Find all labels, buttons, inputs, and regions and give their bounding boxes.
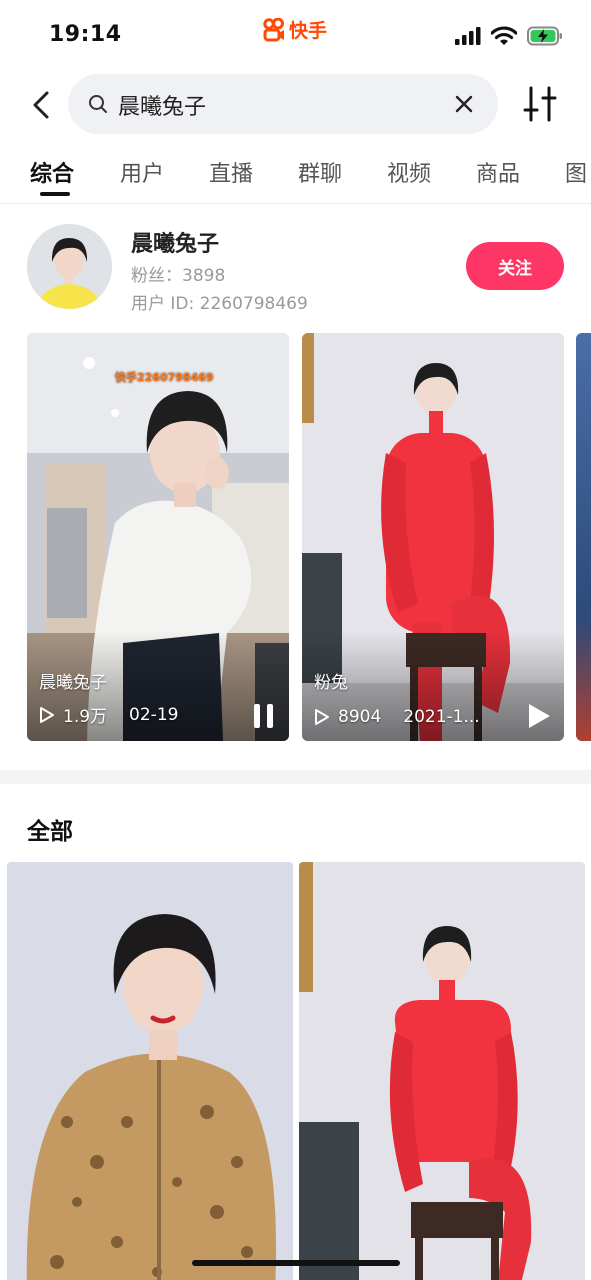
- tab-products[interactable]: 商品: [476, 156, 520, 188]
- back-arrow-icon: [33, 91, 49, 119]
- play-count-icon: [40, 706, 54, 723]
- video-watermark: 快手2260798469: [115, 371, 214, 384]
- play-count-icon: [315, 709, 329, 725]
- active-tab-indicator: [40, 192, 70, 196]
- user-id: 用户 ID: 2260798469: [131, 294, 308, 314]
- tab-live[interactable]: 直播: [209, 156, 253, 188]
- kuaishou-logo-icon: [263, 17, 284, 41]
- user-fans-count: 粉丝：3898: [131, 266, 226, 286]
- battery-charging-icon: [527, 26, 562, 46]
- video-meta: 1.9万 02-19: [39, 702, 178, 727]
- avatar[interactable]: [27, 224, 112, 309]
- home-indicator[interactable]: [192, 1260, 400, 1266]
- tab-images[interactable]: 图: [565, 156, 587, 188]
- featured-video-card[interactable]: 粉兔 8904 2021-1...: [302, 333, 564, 741]
- video-grid-item[interactable]: [299, 862, 585, 1280]
- video-thumbnail: [299, 862, 585, 1280]
- tab-bar: 综合 用户 直播 群聊 视频 商品 图: [0, 150, 591, 204]
- featured-video-card-partial[interactable]: [576, 333, 591, 741]
- video-play-count: 1.9万: [63, 707, 108, 727]
- status-time: 19:14: [49, 22, 122, 47]
- pause-icon[interactable]: [251, 701, 277, 731]
- video-title: 粉兔: [314, 673, 348, 693]
- play-icon[interactable]: [526, 701, 552, 731]
- tab-group-chat[interactable]: 群聊: [298, 156, 342, 188]
- video-meta: 8904 2021-1...: [314, 707, 480, 727]
- status-bar: 19:14 快手: [0, 0, 591, 70]
- search-icon: [89, 95, 107, 113]
- section-title: 全部: [27, 819, 73, 845]
- tab-videos[interactable]: 视频: [387, 156, 431, 188]
- user-name[interactable]: 晨曦兔子: [131, 226, 219, 258]
- tab-comprehensive[interactable]: 综合: [30, 156, 74, 188]
- brand-name: 快手: [289, 20, 328, 42]
- back-button[interactable]: [28, 88, 54, 122]
- follow-button[interactable]: 关注: [466, 242, 564, 290]
- status-icons: [455, 26, 563, 46]
- search-query: 晨曦兔子: [118, 95, 207, 120]
- featured-video-card[interactable]: 快手2260798469 晨曦兔子 1.9万 02-19: [27, 333, 289, 741]
- signal-icon: [455, 27, 481, 45]
- video-title: 晨曦兔子: [39, 673, 107, 693]
- filter-sliders-icon[interactable]: [522, 86, 558, 122]
- video-grid-item[interactable]: [7, 862, 293, 1280]
- app-brand: 快手: [263, 16, 327, 43]
- video-date: 2021-1...: [403, 707, 480, 727]
- search-input[interactable]: 晨曦兔子: [68, 74, 498, 134]
- wifi-icon: [491, 26, 517, 45]
- tab-users[interactable]: 用户: [120, 156, 164, 188]
- section-divider: [0, 770, 591, 784]
- clear-icon[interactable]: [452, 92, 476, 116]
- video-play-count: 8904: [338, 707, 382, 727]
- video-thumbnail: [7, 862, 293, 1280]
- video-date: 02-19: [129, 704, 179, 725]
